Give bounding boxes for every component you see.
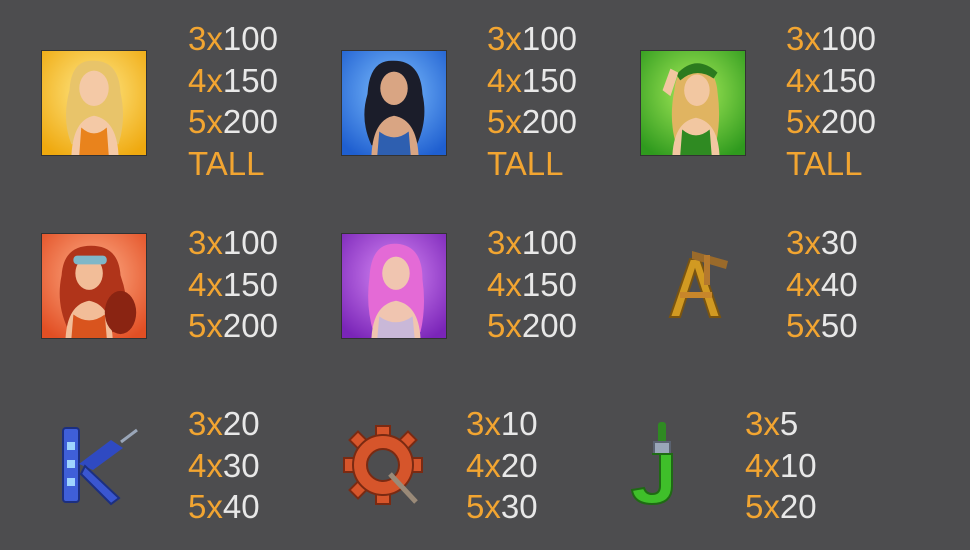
redhead-girl-goggles-icon: [41, 233, 147, 339]
multiplier: 3x: [188, 20, 223, 57]
letter-q-gear-icon: [330, 412, 436, 518]
payout-amount: 150: [222, 61, 278, 99]
payout-list: 3x10 4x20 5x30: [466, 403, 538, 528]
payout-amount: 200: [521, 103, 577, 140]
payout-amount: 20: [222, 405, 260, 442]
multiplier: 4x: [188, 265, 223, 303]
multiplier: 3x: [487, 224, 522, 261]
multiplier: 5x: [466, 488, 501, 525]
payout-list: 3x100 4x150 5x200 TALL: [487, 18, 577, 184]
green-hat-girl-icon: [640, 50, 746, 156]
multiplier: 4x: [188, 446, 223, 484]
multiplier: 5x: [786, 103, 821, 140]
payout-list: 3x5 4x10 5x20: [745, 403, 817, 528]
multiplier: 5x: [487, 307, 522, 344]
payout-list: 3x20 4x30 5x40: [188, 403, 260, 528]
multiplier: 4x: [466, 446, 501, 484]
multiplier: 4x: [786, 265, 821, 303]
multiplier: 3x: [188, 224, 223, 261]
payout-amount: 200: [521, 307, 577, 344]
multiplier: 3x: [745, 405, 780, 442]
letter-j-paintbrush-icon: [610, 412, 716, 518]
multiplier: 5x: [487, 103, 522, 140]
payout-amount: 30: [222, 446, 260, 484]
payout-list: 3x100 4x150 5x200: [188, 222, 278, 347]
payout-amount: 10: [500, 405, 538, 442]
payout-amount: 150: [820, 61, 876, 99]
payout-list: 3x100 4x150 5x200 TALL: [188, 18, 278, 184]
multiplier: 3x: [188, 405, 223, 442]
payout-amount: 30: [820, 224, 858, 261]
payout-amount: 40: [222, 488, 260, 525]
multiplier: 3x: [786, 20, 821, 57]
tall-label: TALL: [786, 144, 863, 182]
letter-k-drill-icon: [41, 412, 147, 518]
tall-label: TALL: [487, 144, 564, 182]
payout-amount: 150: [521, 265, 577, 303]
payout-amount: 100: [521, 224, 577, 261]
payout-amount: 200: [222, 307, 278, 344]
multiplier: 5x: [188, 488, 223, 525]
brunette-girl-blue-icon: [341, 50, 447, 156]
multiplier: 4x: [745, 446, 780, 484]
payout-list: 3x100 4x150 5x200: [487, 222, 577, 347]
payout-amount: 100: [521, 20, 577, 57]
multiplier: 4x: [487, 265, 522, 303]
multiplier: 3x: [786, 224, 821, 261]
payout-amount: 200: [222, 103, 278, 140]
payout-list: 3x30 4x40 5x50: [786, 222, 858, 347]
payout-amount: 30: [500, 488, 538, 525]
multiplier: 5x: [745, 488, 780, 525]
multiplier: 4x: [188, 61, 223, 99]
payout-amount: 20: [779, 488, 817, 525]
payout-amount: 50: [820, 307, 858, 344]
multiplier: 5x: [188, 103, 223, 140]
payout-list: 3x100 4x150 5x200 TALL: [786, 18, 876, 184]
tall-label: TALL: [188, 144, 265, 182]
pink-hair-girl-icon: [341, 233, 447, 339]
payout-amount: 40: [820, 265, 858, 303]
multiplier: 5x: [786, 307, 821, 344]
blonde-girl-orange-icon: [41, 50, 147, 156]
payout-amount: 100: [222, 224, 278, 261]
multiplier: 3x: [466, 405, 501, 442]
payout-amount: 20: [500, 446, 538, 484]
payout-amount: 100: [820, 20, 876, 57]
multiplier: 4x: [487, 61, 522, 99]
payout-amount: 5: [779, 405, 799, 442]
payout-amount: 150: [222, 265, 278, 303]
payout-amount: 150: [521, 61, 577, 99]
payout-amount: 10: [779, 446, 817, 484]
payout-amount: 200: [820, 103, 876, 140]
multiplier: 4x: [786, 61, 821, 99]
letter-a-tools-icon: [640, 233, 746, 339]
multiplier: 5x: [188, 307, 223, 344]
payout-amount: 100: [222, 20, 278, 57]
multiplier: 3x: [487, 20, 522, 57]
